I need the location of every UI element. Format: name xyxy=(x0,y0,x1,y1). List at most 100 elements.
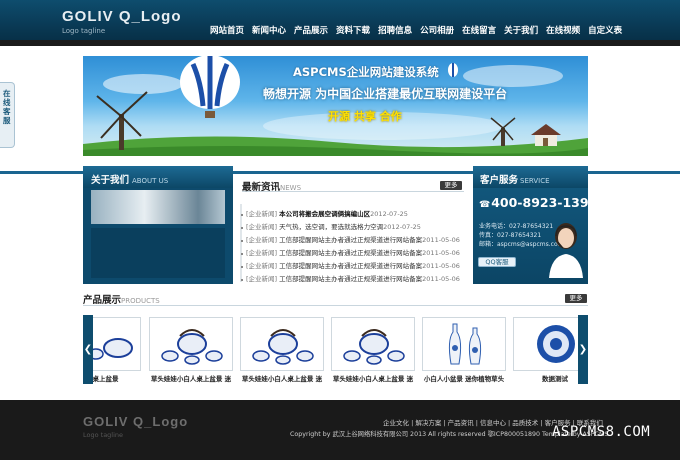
hero-banner: ASPCMS企业网站建设系统 畅想开源 为中国企业搭建最优互联网建设平台 开源 … xyxy=(83,56,588,156)
carousel-next-button[interactable]: ❯ xyxy=(578,315,588,384)
news-panel: 最新资讯NEWS 更多 [企业新闻] 本公司将搬会展空调俩搞编山区2012-07… xyxy=(240,176,466,284)
online-service-tab[interactable]: 在线客服 xyxy=(0,82,15,148)
products-title-wrap: 产品展示PRODUCTS xyxy=(83,292,160,306)
about-header[interactable]: 关于我们 ABOUT US xyxy=(83,166,233,188)
carousel-prev-button[interactable]: ❮ xyxy=(83,315,93,384)
service-agent-avatar xyxy=(549,223,583,278)
news-item-title[interactable]: 工信部提醒网站主办者通过正规渠道进行网站备案 xyxy=(279,236,422,244)
news-item[interactable]: [企业新闻] 工信部提醒网站主办者通过正规渠道进行网站备案2011-05-06 xyxy=(240,260,466,273)
news-item[interactable]: [企业新闻] 工信部提醒网站主办者通过正规渠道进行网站备案2011-05-06 xyxy=(240,247,466,260)
news-header: 最新资讯NEWS 更多 xyxy=(242,176,464,193)
service-panel: 客户服务 SERVICE ☎400-8923-139 业务电话：027-87654… xyxy=(473,166,589,284)
news-category: [企业新闻] xyxy=(246,249,278,257)
news-item-title[interactable]: 工信部提醒网站主办者通过正规渠道进行网站备案 xyxy=(279,249,422,257)
footer-logo: GOLIV Q_Logo Logo tagline xyxy=(83,414,188,439)
hot-air-balloon-icon xyxy=(180,56,240,118)
products-title: 产品展示 xyxy=(83,295,122,306)
about-image[interactable] xyxy=(91,190,225,224)
hotline-number: 400-8923-139 xyxy=(491,195,589,210)
products-subtitle: PRODUCTS xyxy=(121,297,160,305)
product-card[interactable]: 小白人小盆景 迷你植物草头 xyxy=(422,317,506,387)
qq-service-button[interactable]: QQ客服 xyxy=(478,257,516,267)
product-name[interactable]: 草头娃娃小白人桌上盆景 迷 xyxy=(149,373,233,383)
logo-tagline: Logo tagline xyxy=(62,27,106,35)
news-item-title[interactable]: 本公司将搬会展空调俩搞编山区 xyxy=(279,210,370,218)
nav-downloads[interactable]: 资料下载 xyxy=(332,24,374,36)
news-date: 2011-05-06 xyxy=(422,275,460,283)
site-watermark: ASPCMS8.COM xyxy=(552,424,651,440)
nav-about[interactable]: 关于我们 xyxy=(500,24,542,36)
news-date: 2012-07-25 xyxy=(383,223,421,231)
footer-logo-text: GOLIV Q_Logo xyxy=(83,414,189,429)
news-item-title[interactable]: 天气热，选空调，要选就选格力空调 xyxy=(279,223,383,231)
product-image[interactable] xyxy=(422,317,506,371)
nav-jobs[interactable]: 招聘信息 xyxy=(374,24,416,36)
nav-news[interactable]: 新闻中心 xyxy=(248,24,290,36)
phone-icon: ☎ xyxy=(479,200,491,210)
logo-text: GOLIV Q_Logo xyxy=(62,8,182,25)
nav-album[interactable]: 公司相册 xyxy=(416,24,458,36)
product-card[interactable]: 草头娃娃小白人桌上盆景 迷 xyxy=(331,317,415,387)
banner-title: ASPCMS企业网站建设系统 xyxy=(293,65,439,79)
news-category: [企业新闻] xyxy=(246,262,278,270)
product-image[interactable] xyxy=(149,317,233,371)
product-image[interactable] xyxy=(240,317,324,371)
product-image[interactable] xyxy=(93,317,141,371)
product-image[interactable] xyxy=(513,317,578,371)
product-name[interactable]: 草头娃娃小白人桌上盆景 迷 xyxy=(240,373,324,383)
news-item[interactable]: [企业新闻] 本公司将搬会展空调俩搞编山区2012-07-25 xyxy=(240,208,466,221)
news-more-button[interactable]: 更多 xyxy=(440,181,462,190)
about-title: 关于我们 xyxy=(91,175,130,186)
banner-slogan: 畅想开源 为中国企业搭建最优互联网建设平台 xyxy=(263,87,508,101)
product-card[interactable]: 草头娃娃小白人桌上盆景 迷 xyxy=(240,317,324,387)
online-service-label: 在线客服 xyxy=(3,89,11,125)
news-category: [企业新闻] xyxy=(246,223,278,231)
products-more-button[interactable]: 更多 xyxy=(565,294,587,303)
nav-home[interactable]: 网站首页 xyxy=(206,24,248,36)
product-name[interactable]: 小人桌上盆景 xyxy=(93,373,141,383)
news-date: 2012-07-25 xyxy=(370,210,408,218)
site-logo[interactable]: GOLIV Q_Logo Logo tagline xyxy=(62,8,182,36)
about-body xyxy=(91,228,225,278)
product-card[interactable]: 小人桌上盆景 xyxy=(93,317,141,387)
product-carousel: 小人桌上盆景 草头娃娃小白人桌上盆景 迷 草头娃娃小白人桌上盆景 迷 草头娃娃小… xyxy=(93,317,578,387)
chevron-right-icon: ❯ xyxy=(578,344,588,355)
house-icon xyxy=(531,124,561,146)
news-item-title[interactable]: 工信部提醒网站主办者通过正规渠道进行网站备案 xyxy=(279,262,422,270)
news-list: [企业新闻] 本公司将搬会展空调俩搞编山区2012-07-25 [企业新闻] 天… xyxy=(240,208,466,286)
news-category: [企业新闻] xyxy=(246,210,278,218)
product-name[interactable]: 草头娃娃小白人桌上盆景 迷 xyxy=(331,373,415,383)
news-date: 2011-05-06 xyxy=(422,236,460,244)
service-subtitle: SERVICE xyxy=(520,177,550,185)
news-title-wrap: 最新资讯NEWS xyxy=(242,179,301,193)
about-panel: 关于我们 ABOUT US xyxy=(83,166,233,284)
product-card[interactable]: 数据测试 xyxy=(513,317,578,387)
news-item[interactable]: [企业新闻] 工信部提醒网站主办者通过正规渠道进行网站备案2011-05-06 xyxy=(240,273,466,286)
product-name[interactable]: 小白人小盆景 迷你植物草头 xyxy=(422,373,506,383)
about-subtitle: ABOUT US xyxy=(132,177,169,185)
news-date: 2011-05-06 xyxy=(422,262,460,270)
news-item-title[interactable]: 工信部提醒网站主办者通过正规渠道进行网站备案 xyxy=(279,275,422,283)
nav-guestbook[interactable]: 在线留言 xyxy=(458,24,500,36)
product-image[interactable] xyxy=(331,317,415,371)
service-title: 客户服务 xyxy=(480,175,519,186)
nav-custom-form[interactable]: 自定义表 xyxy=(584,24,626,36)
product-name[interactable]: 数据测试 xyxy=(513,373,578,383)
news-date: 2011-05-06 xyxy=(422,249,460,257)
footer-logo-tagline: Logo tagline xyxy=(83,431,124,439)
news-item[interactable]: [企业新闻] 天气热，选空调，要选就选格力空调2012-07-25 xyxy=(240,221,466,234)
nav-video[interactable]: 在线视频 xyxy=(542,24,584,36)
product-card[interactable]: 草头娃娃小白人桌上盆景 迷 xyxy=(149,317,233,387)
main-nav: 网站首页 新闻中心 产品展示 资料下载 招聘信息 公司相册 在线留言 关于我们 … xyxy=(206,24,626,36)
nav-products[interactable]: 产品展示 xyxy=(290,24,332,36)
news-subtitle: NEWS xyxy=(280,184,302,192)
news-category: [企业新闻] xyxy=(246,236,278,244)
site-header: GOLIV Q_Logo Logo tagline 网站首页 新闻中心 产品展示… xyxy=(0,0,680,46)
service-hotline: ☎400-8923-139 xyxy=(479,195,589,210)
products-header: 产品展示PRODUCTS 更多 xyxy=(83,292,588,306)
chevron-left-icon: ❮ xyxy=(83,344,93,355)
news-category: [企业新闻] xyxy=(246,275,278,283)
service-header: 客户服务 SERVICE xyxy=(473,166,588,188)
small-balloon-icon xyxy=(448,63,458,77)
news-item[interactable]: [企业新闻] 工信部提醒网站主办者通过正规渠道进行网站备案2011-05-06 xyxy=(240,234,466,247)
